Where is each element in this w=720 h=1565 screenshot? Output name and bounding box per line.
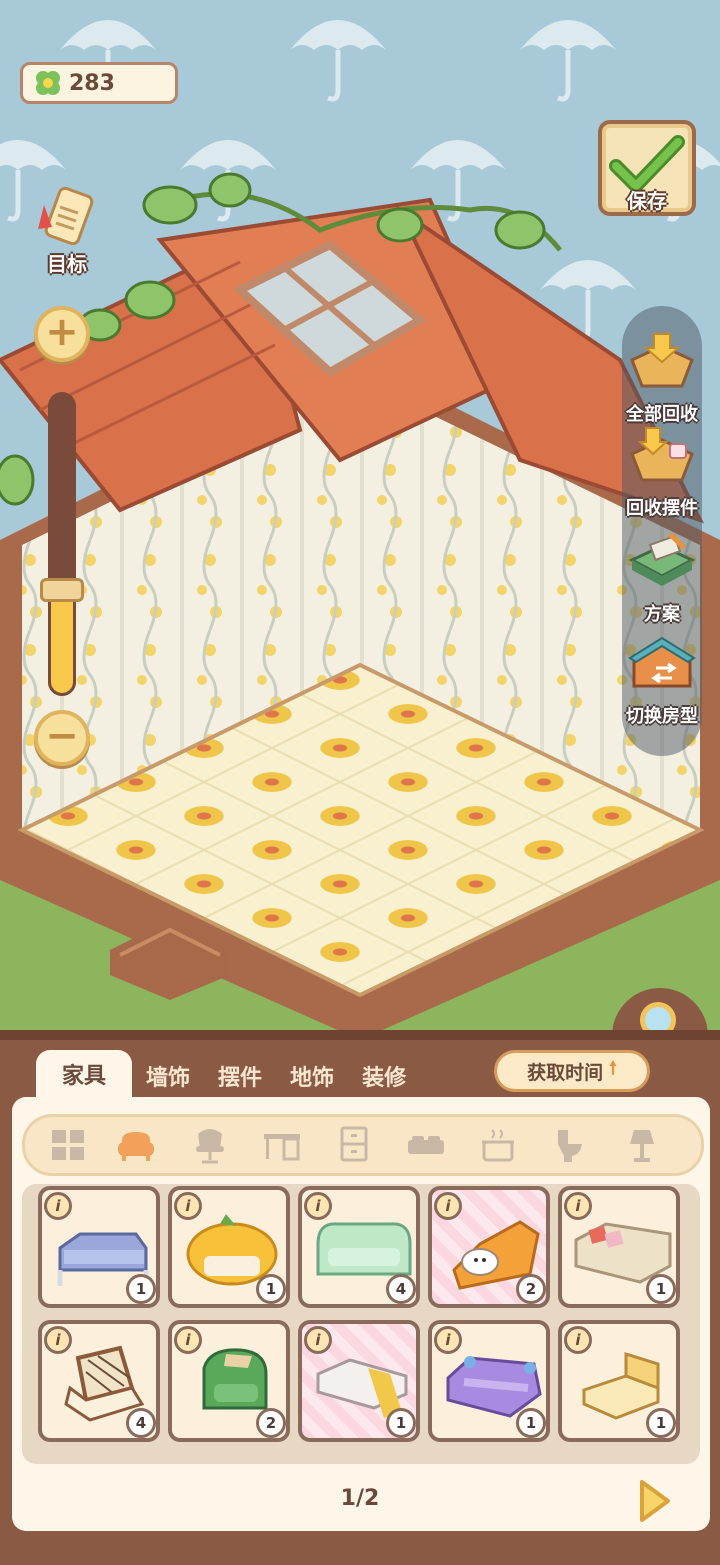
cabinet-icon[interactable]: [334, 1126, 374, 1164]
recycle-all-icon: [630, 333, 694, 388]
recycle-all-label: 全部回收: [626, 404, 698, 425]
switch-room-label: 切换房型: [626, 706, 698, 727]
zoom-out-button[interactable]: −: [34, 710, 90, 766]
info-icon[interactable]: i: [564, 1326, 592, 1354]
item-card-rattan-armchair[interactable]: i 4: [38, 1320, 160, 1442]
tab-wall-decor[interactable]: 墙饰: [132, 1054, 204, 1098]
category-tabs: 家具 墙饰 摆件 地饰 装修: [36, 1050, 420, 1098]
item-quantity: 2: [516, 1274, 546, 1304]
clover-icon: [36, 71, 60, 95]
recycle-all-button[interactable]: 全部回收: [610, 330, 714, 426]
sort-label: 获取时间: [527, 1061, 604, 1084]
tab-ornaments[interactable]: 摆件: [204, 1054, 276, 1098]
scroll-goal-icon: [38, 186, 94, 246]
goal-button[interactable]: 目标: [30, 185, 104, 277]
toilet-icon[interactable]: [550, 1126, 590, 1164]
info-icon[interactable]: i: [304, 1326, 332, 1354]
all-grid-icon[interactable]: [48, 1126, 88, 1164]
info-icon[interactable]: i: [434, 1326, 462, 1354]
recycle-ornament-button[interactable]: 回收摆件: [610, 424, 714, 520]
info-icon[interactable]: i: [174, 1192, 202, 1220]
zoom-slider-handle[interactable]: [40, 577, 84, 602]
zoom-in-button[interactable]: +: [34, 306, 90, 362]
info-icon[interactable]: i: [304, 1192, 332, 1220]
tab-furniture[interactable]: 家具: [36, 1050, 133, 1098]
currency-display: 283: [20, 62, 178, 104]
tab-renovation[interactable]: 装修: [348, 1054, 420, 1098]
item-quantity: 1: [646, 1408, 676, 1438]
blueprint-icon: [628, 532, 696, 586]
item-card-puppy-orange-armchair[interactable]: i 2: [428, 1186, 550, 1308]
minus-icon: −: [45, 713, 79, 759]
item-card-beige-sofa-with-pillows[interactable]: i 1: [558, 1186, 680, 1308]
item-card-green-armchair[interactable]: i 2: [168, 1320, 290, 1442]
item-card-purple-floral-sofa[interactable]: i 1: [428, 1320, 550, 1442]
info-icon[interactable]: i: [44, 1326, 72, 1354]
item-card-cream-chaise[interactable]: i 1: [558, 1320, 680, 1442]
switch-room-button[interactable]: 切换房型: [610, 632, 714, 728]
plus-icon: +: [45, 309, 79, 355]
zoom-slider-track[interactable]: [48, 392, 76, 696]
blueprint-button[interactable]: 方案: [610, 530, 714, 626]
info-icon[interactable]: i: [174, 1326, 202, 1354]
goal-label: 目标: [47, 252, 87, 276]
item-card-mint-green-sofa[interactable]: i 4: [298, 1186, 420, 1308]
item-quantity: 2: [256, 1408, 286, 1438]
arrow-up-icon: 🠕: [609, 1058, 617, 1079]
stove-icon[interactable]: [478, 1126, 518, 1164]
item-quantity: 1: [646, 1274, 676, 1304]
sofa-icon[interactable]: [116, 1126, 156, 1164]
item-card-orange-pumpkin-sofa[interactable]: i 1: [168, 1186, 290, 1308]
currency-value: 283: [69, 70, 115, 96]
next-page-button[interactable]: [636, 1478, 672, 1524]
switch-room-icon: [628, 636, 696, 688]
item-quantity: 4: [386, 1274, 416, 1304]
info-icon[interactable]: i: [564, 1192, 592, 1220]
info-icon[interactable]: i: [44, 1192, 72, 1220]
desk-icon[interactable]: [262, 1126, 302, 1164]
chair-icon[interactable]: [190, 1126, 230, 1164]
save-label: 保存: [627, 189, 667, 213]
save-button[interactable]: 保存: [598, 120, 696, 216]
tab-floor-decor[interactable]: 地饰: [276, 1054, 348, 1098]
item-card-white-bench-with-blanket[interactable]: i 1: [298, 1320, 420, 1442]
item-quantity: 1: [516, 1408, 546, 1438]
item-card-blue-metal-sofa[interactable]: i 1: [38, 1186, 160, 1308]
item-quantity: 1: [386, 1408, 416, 1438]
lamp-icon[interactable]: [622, 1126, 662, 1164]
recycle-ornament-label: 回收摆件: [626, 498, 698, 519]
sort-button[interactable]: 获取时间 🠕: [494, 1050, 650, 1092]
item-quantity: 1: [126, 1274, 156, 1304]
item-quantity: 1: [256, 1274, 286, 1304]
info-icon[interactable]: i: [434, 1192, 462, 1220]
recycle-ornament-icon: [630, 427, 694, 482]
zoom-slider-fill: [48, 589, 76, 696]
item-quantity: 4: [126, 1408, 156, 1438]
blueprint-label: 方案: [644, 604, 680, 625]
panel-top-border: [0, 1030, 720, 1040]
page-indicator: 1/2: [340, 1486, 380, 1511]
bed-icon[interactable]: [406, 1126, 446, 1164]
